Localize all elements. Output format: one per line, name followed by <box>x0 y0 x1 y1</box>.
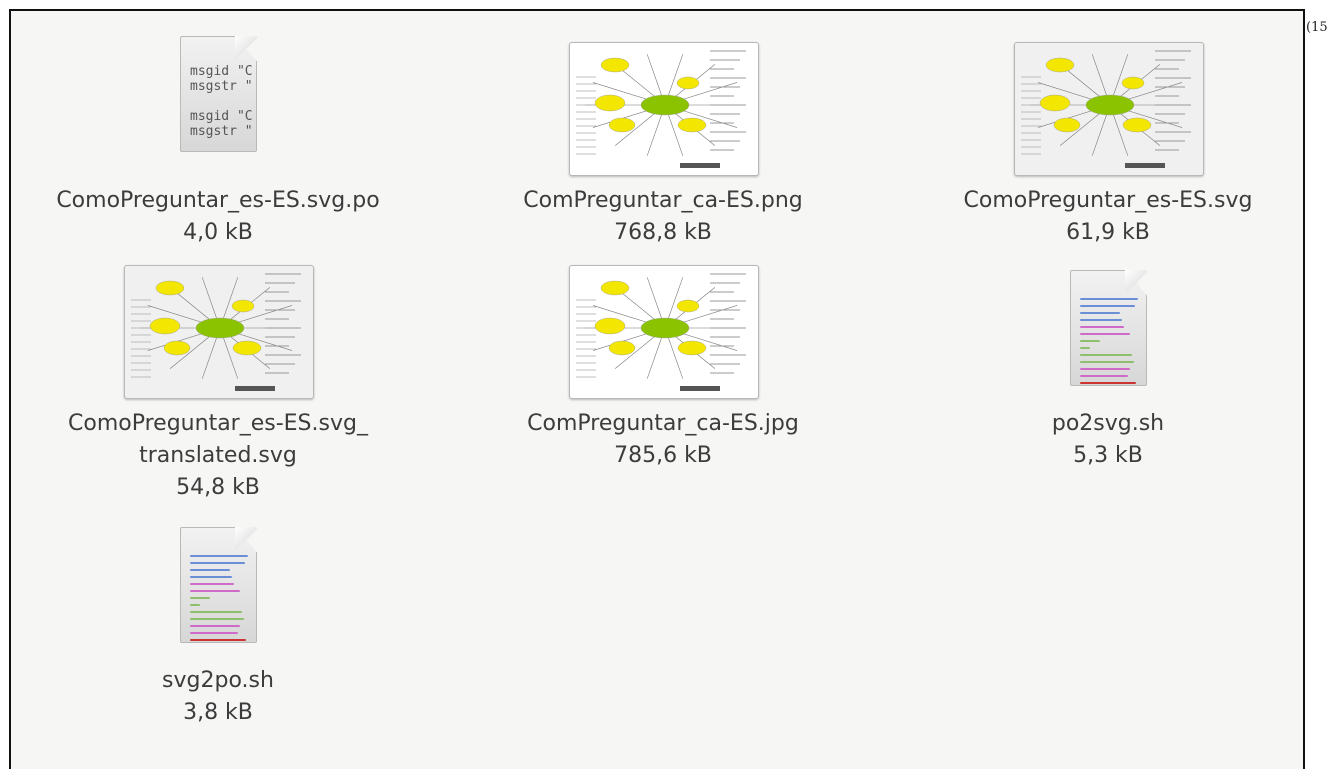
file-browser-icon-view: msgid "C msgstr " msgid "C msgstr " Como… <box>9 9 1305 769</box>
po-document-icon: msgid "C msgstr " msgid "C msgstr " <box>18 22 418 162</box>
file-name-line-2: translated.svg <box>139 443 297 468</box>
file-size: 3,8 kB <box>183 700 253 725</box>
side-note-text: (15 <box>1306 20 1328 35</box>
file-size: 54,8 kB <box>176 475 260 500</box>
file-item-jpg[interactable]: ComPreguntar_ca-ES.jpg 785,6 kB <box>463 256 863 472</box>
mindmap-thumbnail <box>18 256 418 399</box>
file-item-po2svg[interactable]: po2svg.sh 5,3 kB <box>908 256 1308 472</box>
mindmap-thumbnail <box>463 22 863 176</box>
mindmap-thumbnail <box>463 256 863 399</box>
file-item-po[interactable]: msgid "C msgstr " msgid "C msgstr " Como… <box>18 22 418 249</box>
file-name: svg2po.sh <box>162 668 274 693</box>
file-item-translated-svg[interactable]: ComoPreguntar_es-ES.svg_ translated.svg … <box>18 256 418 504</box>
file-name: ComPreguntar_ca-ES.jpg <box>527 411 799 436</box>
file-size: 4,0 kB <box>183 220 253 245</box>
shell-script-icon <box>908 256 1308 396</box>
file-item-png[interactable]: ComPreguntar_ca-ES.png 768,8 kB <box>463 22 863 249</box>
shell-script-icon <box>18 513 418 653</box>
file-size: 61,9 kB <box>1066 220 1150 245</box>
file-name: ComoPreguntar_es-ES.svg_ <box>68 411 368 436</box>
file-name: po2svg.sh <box>1051 411 1165 436</box>
file-item-svg2po[interactable]: svg2po.sh 3,8 kB <box>18 513 418 729</box>
file-name: ComoPreguntar_es-ES.svg <box>963 188 1253 213</box>
mindmap-thumbnail <box>908 22 1308 176</box>
file-size: 5,3 kB <box>1073 443 1143 468</box>
file-size: 768,8 kB <box>614 220 712 245</box>
file-name: ComPreguntar_ca-ES.png <box>523 188 803 213</box>
file-name: ComoPreguntar_es-ES.svg.po <box>56 188 380 213</box>
file-item-svg[interactable]: ComoPreguntar_es-ES.svg 61,9 kB <box>908 22 1308 249</box>
file-size: 785,6 kB <box>614 443 712 468</box>
